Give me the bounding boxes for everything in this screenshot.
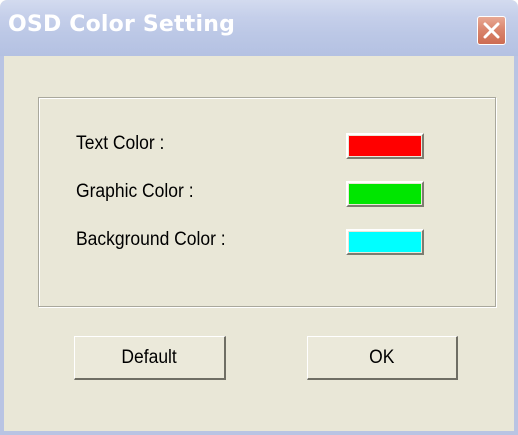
graphic-color-button[interactable] [346, 181, 424, 207]
window-frame-left [0, 56, 4, 435]
ok-button-label: OK [369, 347, 395, 368]
window-frame-right [514, 56, 518, 435]
background-color-swatch [349, 232, 421, 252]
close-icon [483, 22, 500, 39]
default-button[interactable]: Default [74, 336, 226, 380]
graphic-color-swatch [349, 184, 421, 204]
text-color-label: Text Color : [76, 133, 165, 154]
background-color-label: Background Color : [76, 229, 226, 250]
close-button[interactable] [477, 16, 506, 45]
text-color-swatch [349, 136, 421, 156]
ok-button[interactable]: OK [307, 336, 458, 380]
title-bar[interactable]: OSD Color Setting [0, 0, 518, 56]
dialog-window: OSD Color Setting Text Color : Graphic C… [0, 0, 518, 435]
graphic-color-label: Graphic Color : [76, 181, 194, 202]
default-button-label: Default [121, 347, 178, 368]
text-color-button[interactable] [346, 133, 424, 159]
background-color-button[interactable] [346, 229, 424, 255]
window-title: OSD Color Setting [8, 12, 236, 37]
window-frame-bottom [0, 431, 518, 435]
